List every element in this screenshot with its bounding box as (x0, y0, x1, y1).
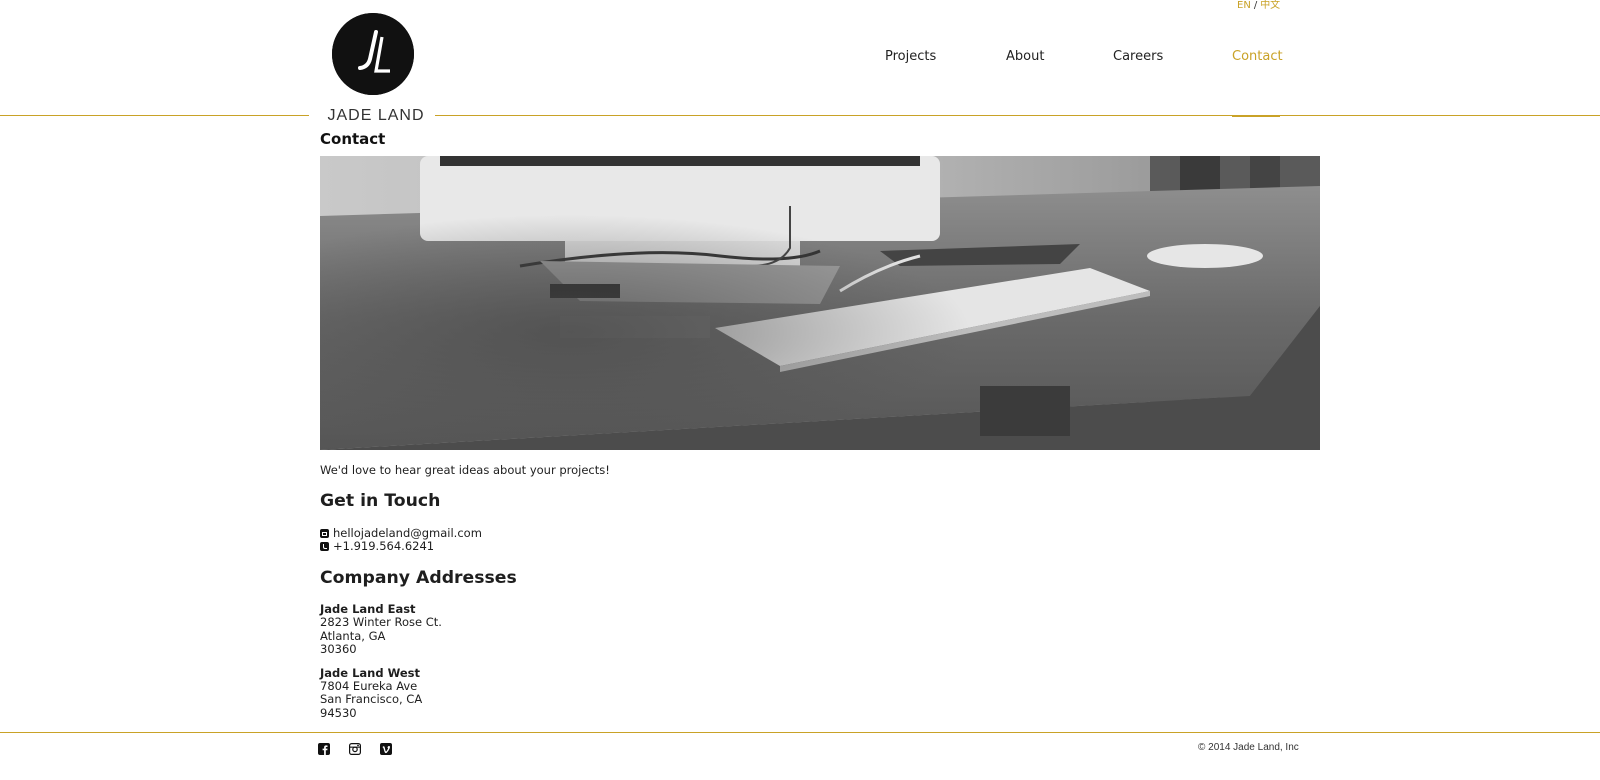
office-street: 2823 Winter Rose Ct. (320, 615, 442, 630)
addresses-heading: Company Addresses (320, 567, 517, 588)
main-nav: Projects About Careers Contact (0, 49, 1600, 69)
office-east: Jade Land East 2823 Winter Rose Ct. Atla… (320, 602, 1020, 657)
header-divider (0, 115, 1600, 116)
nav-item-careers[interactable]: Careers (1113, 49, 1163, 64)
contact-content: We'd love to hear great ideas about your… (320, 463, 1020, 730)
brand-name[interactable]: JADE LAND (320, 107, 432, 125)
email-line: hellojadeland@gmail.com (320, 526, 1020, 540)
office-name: Jade Land West (320, 665, 421, 680)
office-name: Jade Land East (320, 602, 416, 617)
office-west: Jade Land West 7804 Eureka Ave San Franc… (320, 665, 1020, 721)
phone-line: +1.919.564.6241 (320, 539, 1020, 554)
office-zip: 94530 (320, 705, 357, 720)
lang-zh-link[interactable]: 中文 (1260, 0, 1280, 11)
footer-divider (0, 732, 1600, 733)
intro-text: We'd love to hear great ideas about your… (320, 463, 610, 477)
nav-item-projects[interactable]: Projects (885, 49, 936, 64)
lang-en-link[interactable]: EN (1237, 0, 1251, 11)
page-title: Contact (320, 130, 386, 148)
social-links (318, 743, 392, 755)
copyright-text: © 2014 Jade Land, Inc (1198, 742, 1299, 753)
desk-photo-image (320, 156, 1320, 450)
get-in-touch-heading: Get in Touch (320, 491, 441, 512)
facebook-icon[interactable] (318, 743, 330, 755)
nav-active-indicator (1232, 115, 1280, 117)
nav-item-contact[interactable]: Contact (1232, 49, 1283, 64)
nav-item-about[interactable]: About (1006, 49, 1044, 64)
office-city: Atlanta, GA (320, 628, 386, 643)
lang-separator: / (1253, 0, 1258, 11)
contact-details: hellojadeland@gmail.com +1.919.564.6241 (320, 526, 1020, 554)
phone-icon (320, 542, 329, 552)
office-street: 7804 Eureka Ave (320, 679, 418, 694)
email-link[interactable]: hellojadeland@gmail.com (333, 526, 482, 540)
language-switch: EN / 中文 (1237, 0, 1280, 12)
phone-number: +1.919.564.6241 (333, 539, 435, 554)
office-city: San Francisco, CA (320, 692, 423, 707)
envelope-icon (320, 529, 329, 539)
instagram-icon[interactable] (349, 743, 361, 755)
office-zip: 30360 (320, 642, 357, 657)
vimeo-icon[interactable] (380, 743, 392, 755)
